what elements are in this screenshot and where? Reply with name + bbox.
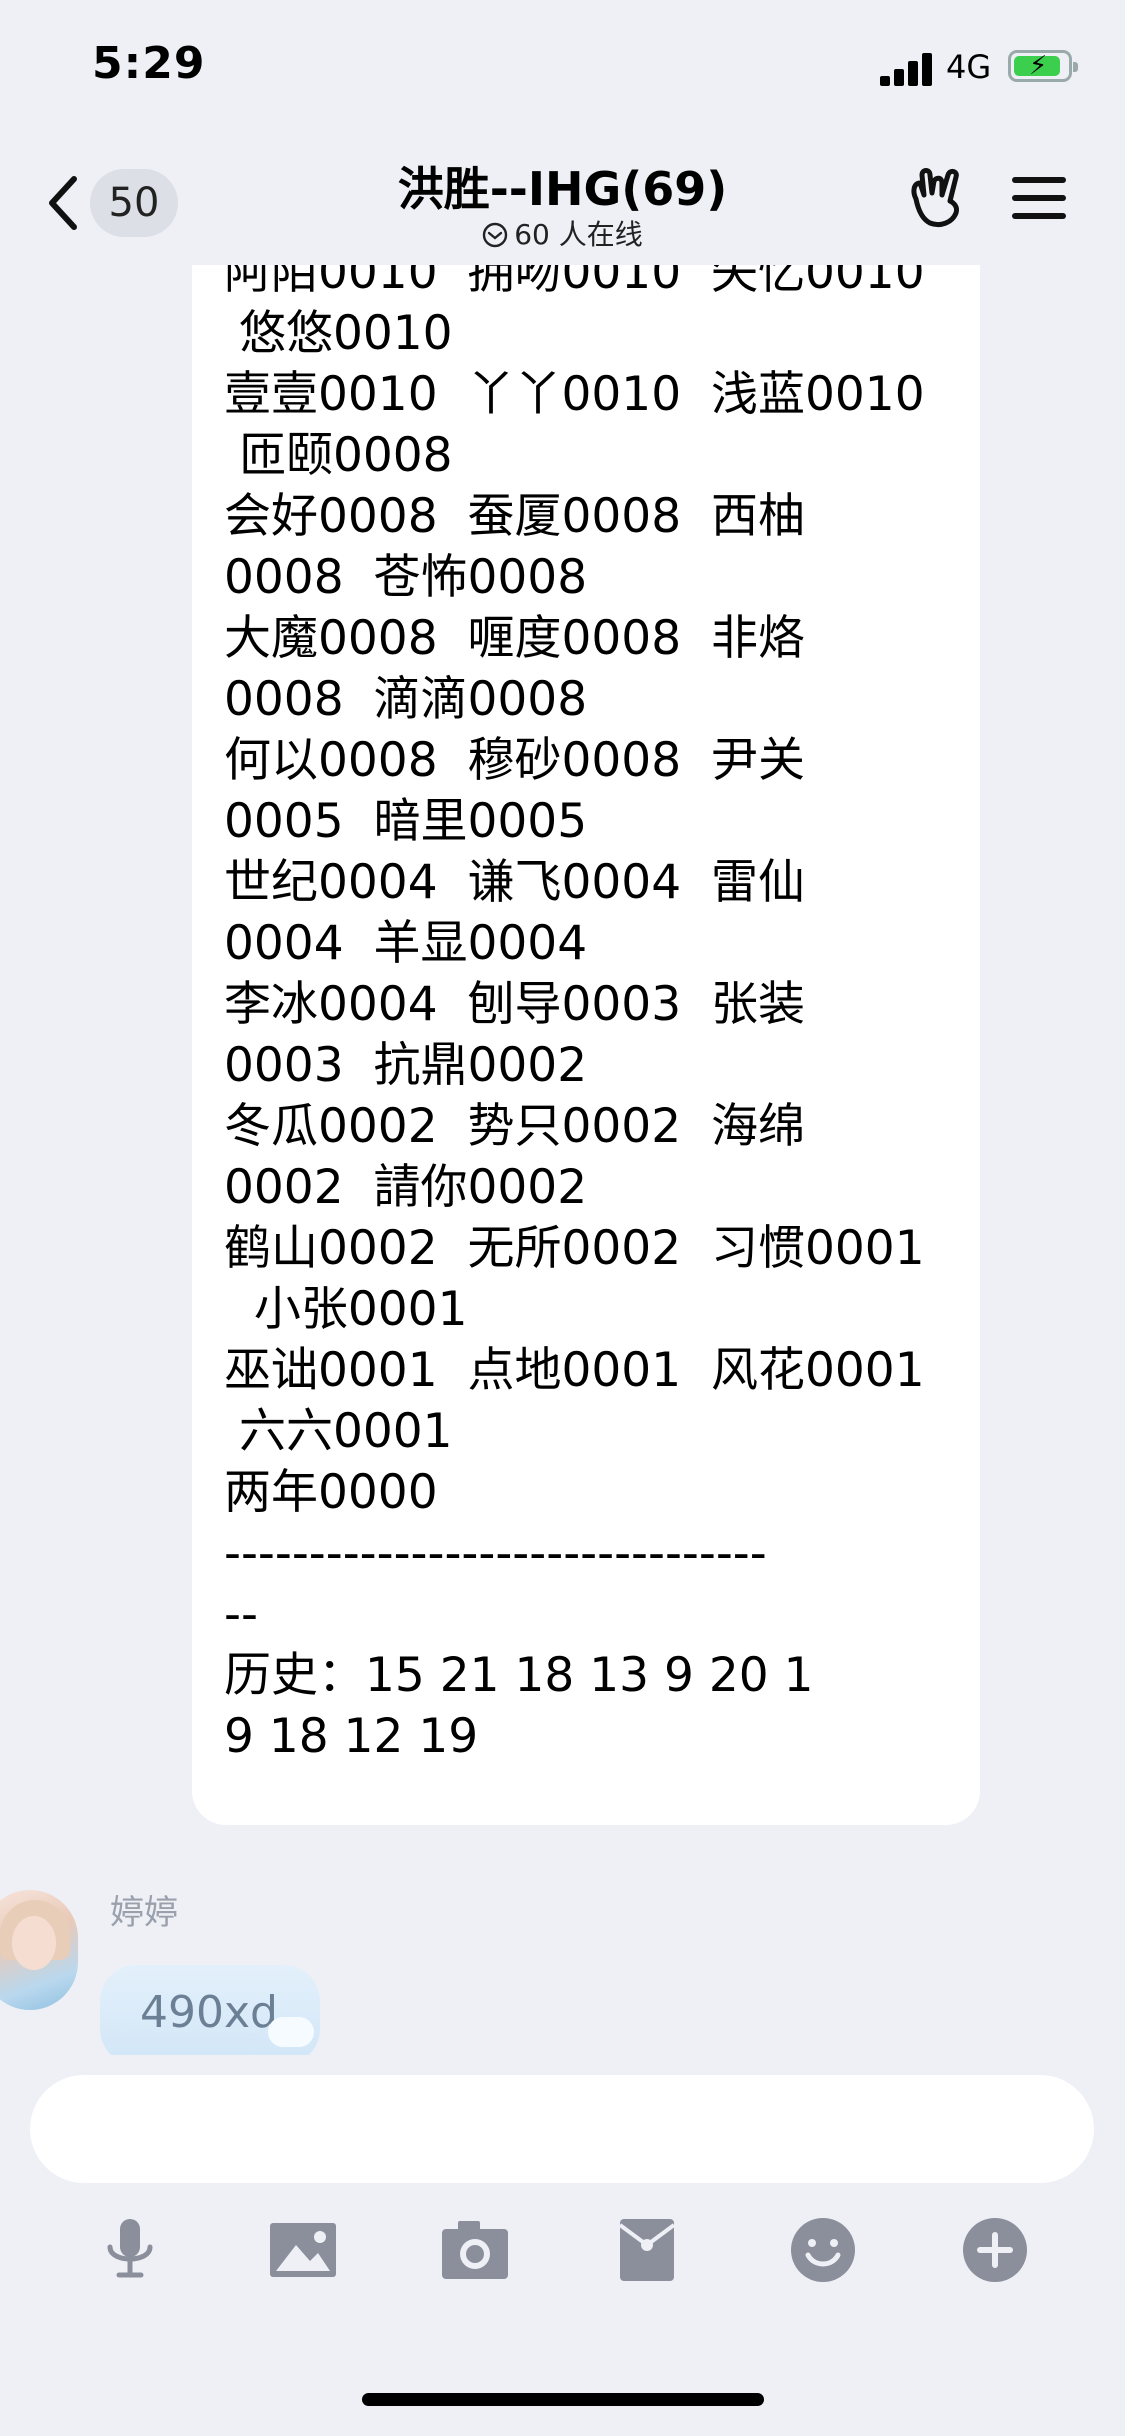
red-packet-icon[interactable] [612,2215,682,2285]
home-indicator [362,2393,764,2406]
message-line: 0004 羊显0004 [224,916,588,971]
message-line: 9 18 12 19 [224,1709,479,1764]
avatar[interactable] [0,1890,78,2010]
message-line: 冬瓜0002 势只0002 海绵 [224,1099,805,1154]
status-time: 5:29 [92,38,206,89]
chat-area: 阿陌0010 拥吻0010 失忆0010 悠悠0010 壹壹0010 丫丫0010… [0,265,1125,2055]
message-line: 0005 暗里0005 [224,794,588,849]
input-area [0,2055,1125,2436]
online-count-text: 60 人在线 [514,218,643,251]
message-line: -------------------------------- [224,1526,767,1581]
chat-header: 50 洪胜--IHG(69) 60 人在线 [0,135,1125,265]
message-line: 世纪0004 谦飞0004 雷仙 [224,855,805,910]
message-line: 何以0008 穆砂0008 尹关 [224,733,805,788]
chevron-down-circle-icon [482,222,508,255]
message-text: 阿陌0010 拥吻0010 失忆0010 悠悠0010 壹壹0010 丫丫0010… [224,265,964,1767]
message-line: 李冰0004 刨导0003 张装 [224,977,805,1032]
bubble-decoration [268,2017,314,2047]
message-line: 0008 苍怖0008 [224,550,588,605]
message-line: -- [224,1587,258,1642]
sender-name: 婷婷 [110,1893,178,1933]
message-line: 鹤山0002 无所0002 习惯0001 [224,1221,925,1276]
message-line: 阿陌0010 拥吻0010 失忆0010 [224,265,925,300]
message-line: 壹壹0010 丫丫0010 浅蓝0010 [224,367,925,422]
message-line: 巫诎0001 点地0001 风花0001 [224,1343,925,1398]
microphone-icon[interactable] [95,2215,165,2285]
signal-icon [880,52,936,86]
message-line: 0002 請你0002 [224,1160,588,1215]
message-line: 匝颐0008 [224,428,453,483]
camera-icon[interactable] [440,2215,510,2285]
battery-icon: ⚡ [1008,50,1078,82]
message-line: 历史：15 21 18 13 9 20 1 [224,1648,814,1703]
message-line: 悠悠0010 [224,306,453,361]
menu-icon[interactable] [1012,173,1066,223]
hand-gesture-icon[interactable] [902,161,972,231]
incoming-message-bubble[interactable]: 490xd [100,1965,320,2055]
message-input[interactable] [30,2075,1094,2183]
incoming-message-text: 490xd [140,1987,278,2038]
message-line: 六六0001 [224,1404,453,1459]
message-line: 会好0008 蚕厦0008 西柚 [224,489,805,544]
message-line: 两年0000 [224,1465,438,1520]
image-icon[interactable] [268,2215,338,2285]
message-line: 0008 滴滴0008 [224,672,588,727]
emoji-icon[interactable] [788,2215,858,2285]
status-bar: 5:29 4G ⚡ [0,0,1125,135]
message-line: 大魔0008 喱度0008 非烙 [224,611,805,666]
message-line: 小张0001 [224,1282,468,1337]
message-line: 0003 抗鼎0002 [224,1038,588,1093]
network-label: 4G [946,48,992,86]
plus-icon[interactable] [960,2215,1030,2285]
